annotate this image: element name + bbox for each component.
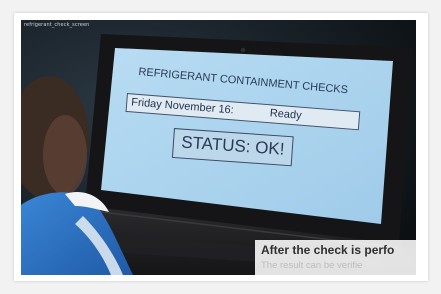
person-face — [43, 115, 87, 195]
caption-main-text: After the check is perfo — [261, 243, 395, 257]
photo-scene — [21, 20, 416, 275]
video-thumbnail[interactable]: refrigerant_check_screen REFRIGERANT CON… — [21, 20, 416, 275]
caption-overlay: After the check is perfo The result can … — [255, 240, 416, 275]
webcam — [240, 47, 246, 53]
caption-sub-text: The result can be verifie — [261, 260, 363, 271]
video-tag-label: refrigerant_check_screen — [24, 22, 90, 28]
